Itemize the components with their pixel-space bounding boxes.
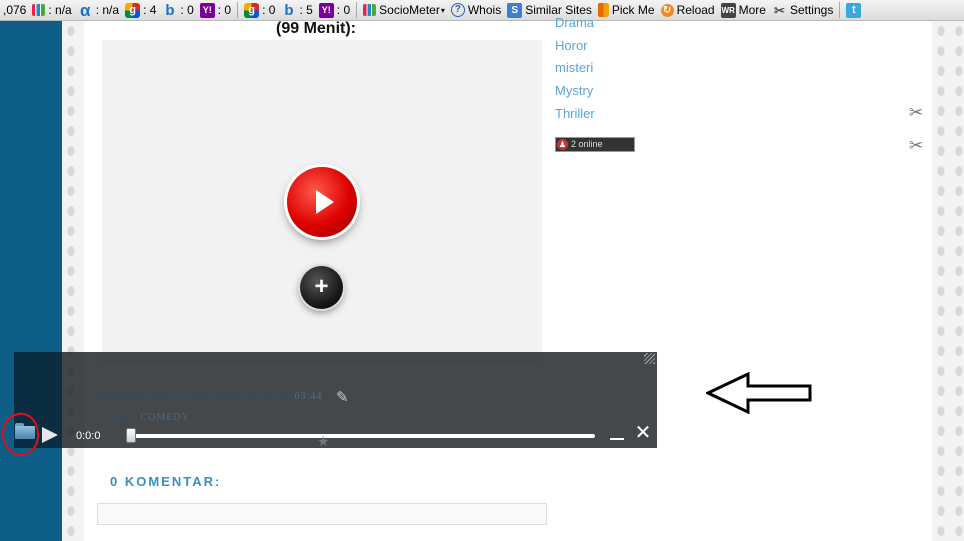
sidebar-label-link[interactable]: misteri — [555, 57, 595, 80]
tools-icon: ✂ — [774, 2, 785, 18]
comment-form-box[interactable] — [97, 503, 547, 525]
sidebar-label-link[interactable]: Horor — [555, 35, 595, 58]
rank-value: ,076 — [3, 3, 27, 17]
label-category-link[interactable]: COMEDY — [141, 412, 190, 423]
google-icon: g — [125, 2, 141, 18]
alexa-alpha-icon: α — [79, 0, 91, 20]
filmstrip-left-decoration — [62, 21, 84, 541]
compete-bars-icon — [32, 4, 46, 16]
online-person-icon: ♟ — [557, 139, 568, 150]
sociometer-label: SocioMeter — [379, 3, 440, 17]
label-prefix: LABEL: — [96, 412, 137, 423]
post-byline: DIPOSKAN OLEH SHIDDIQ BLOG DI 03:44 — [96, 391, 322, 402]
add-button[interactable]: + — [300, 266, 343, 309]
pick-me-label: Pick Me — [611, 3, 655, 17]
yahoo-icon: Y! — [199, 2, 215, 18]
pick-me-button[interactable]: Pick Me — [595, 0, 658, 20]
star-icon: ★ — [317, 433, 330, 449]
compete-value: : n/a — [48, 3, 72, 17]
online-text: online — [578, 139, 603, 149]
seek-handle[interactable] — [126, 428, 136, 443]
toolbar-yahoo-index-item[interactable]: Y!: 0 — [197, 0, 234, 20]
toolbar-separator — [237, 2, 239, 18]
google-index-value: : 4 — [143, 3, 157, 17]
close-button[interactable]: ✕ — [634, 423, 652, 443]
online-counter-badge[interactable]: ♟ 2 online — [555, 137, 635, 152]
alexa-value: : n/a — [95, 3, 120, 17]
yahoo-links-value: : 0 — [336, 3, 351, 17]
reload-icon: ↻ — [660, 3, 674, 17]
sidebar-label-link[interactable]: Mystry — [555, 80, 595, 103]
toolbar-google-links-item[interactable]: g: 0 — [241, 0, 278, 20]
edit-widget-icon[interactable]: ✂ — [906, 136, 926, 156]
whois-button[interactable]: ? Whois — [448, 0, 504, 20]
sidebar-label-link[interactable]: Drama — [555, 12, 595, 35]
annotation-arrow — [706, 372, 812, 414]
settings-label: Settings — [789, 3, 834, 17]
toolbar-alexa-item[interactable]: α : n/a — [75, 0, 122, 20]
comments-heading: 0 KOMENTAR: — [110, 474, 222, 489]
minimize-button[interactable] — [610, 438, 624, 440]
sidebar-label-list: Drama Horor misteri Mystry Thriller — [555, 12, 595, 126]
playback-time: 0:0:0 — [76, 430, 101, 442]
similar-sites-icon: S — [507, 2, 523, 18]
yahoo-icon: Y! — [318, 2, 334, 18]
toolbar-yahoo-links-item[interactable]: Y!: 0 — [316, 0, 353, 20]
play-button[interactable] — [287, 167, 357, 237]
toolbar-rank-item[interactable]: ,076 — [0, 0, 29, 20]
bing-icon: b — [284, 1, 294, 19]
online-count: 2 — [571, 139, 577, 149]
edit-widget-icon[interactable]: ✂ — [906, 103, 926, 123]
settings-button[interactable]: ✂ Settings — [769, 0, 836, 20]
more-button[interactable]: WR More — [718, 0, 769, 20]
bing-icon: b — [165, 1, 175, 19]
pick-me-icon — [597, 3, 609, 17]
post-label-line: LABEL: COMEDY — [96, 412, 190, 423]
toolbar-bing-index-item[interactable]: b : 0 — [159, 0, 196, 20]
filmstrip-right-decoration — [932, 21, 964, 541]
yahoo-index-value: : 0 — [217, 3, 232, 17]
more-label: More — [738, 3, 766, 17]
google-links-value: : 0 — [262, 3, 276, 17]
sociometer-button[interactable]: SocioMeter ▾ — [360, 0, 448, 20]
toolbar-separator — [356, 2, 358, 18]
google-icon: g — [244, 2, 260, 18]
twitter-icon: t — [846, 2, 862, 18]
player-play-icon[interactable] — [42, 427, 58, 443]
toolbar-google-index-item[interactable]: g: 4 — [122, 0, 159, 20]
byline-text: DIPOSKAN OLEH SHIDDIQ BLOG DI — [96, 391, 292, 402]
toolbar-separator — [839, 2, 841, 18]
whois-label: Whois — [467, 3, 502, 17]
resize-grip-icon[interactable] — [644, 353, 655, 364]
sidebar-label-link[interactable]: Thriller — [555, 103, 595, 126]
sociometer-chart-icon — [363, 4, 377, 16]
question-icon: ? — [450, 3, 465, 17]
reload-label: Reload — [676, 3, 715, 17]
browser-addon-toolbar: ,076 : n/a α: n/a g: 4 b: 0 Y!: 0 g: 0 b… — [0, 0, 964, 21]
dropdown-arrow-icon: ▾ — [440, 5, 445, 15]
toolbar-compete-item[interactable]: : n/a — [29, 0, 74, 20]
seek-bar[interactable] — [130, 434, 595, 438]
edit-post-pencil-icon[interactable]: ✎ — [336, 388, 349, 406]
toolbar-bing-links-item[interactable]: b : 5 — [278, 0, 315, 20]
post-heading: (99 Menit): — [276, 20, 356, 37]
bing-links-value: : 5 — [299, 3, 313, 17]
twitter-button[interactable]: t — [843, 0, 867, 20]
reload-button[interactable]: ↻ Reload — [658, 0, 718, 20]
wr-icon: WR — [720, 2, 736, 18]
bing-index-value: : 0 — [180, 3, 194, 17]
post-time-link[interactable]: 03:44 — [295, 391, 323, 402]
